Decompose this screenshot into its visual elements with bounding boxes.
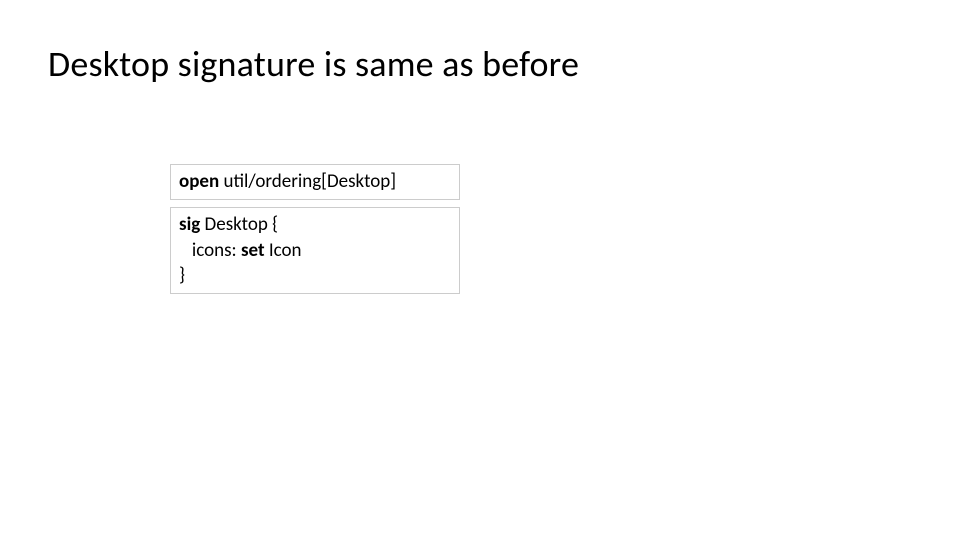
code-text: icons: xyxy=(179,239,241,262)
code-line: sig Desktop { xyxy=(179,212,451,238)
code-line: } xyxy=(179,263,451,289)
code-line: icons: set Icon xyxy=(179,238,451,264)
code-text: Desktop { xyxy=(200,213,278,236)
slide-title: Desktop signature is same as before xyxy=(48,42,579,86)
code-text: Icon xyxy=(265,239,302,262)
keyword-open: open xyxy=(179,170,219,193)
code-text: util/ordering[Desktop] xyxy=(219,170,396,193)
keyword-sig: sig xyxy=(179,213,200,236)
code-box-sig: sig Desktop { icons: set Icon } xyxy=(170,207,460,294)
keyword-set: set xyxy=(241,239,265,262)
code-box-open: open util/ordering[Desktop] xyxy=(170,164,460,200)
code-line: open util/ordering[Desktop] xyxy=(179,170,396,193)
